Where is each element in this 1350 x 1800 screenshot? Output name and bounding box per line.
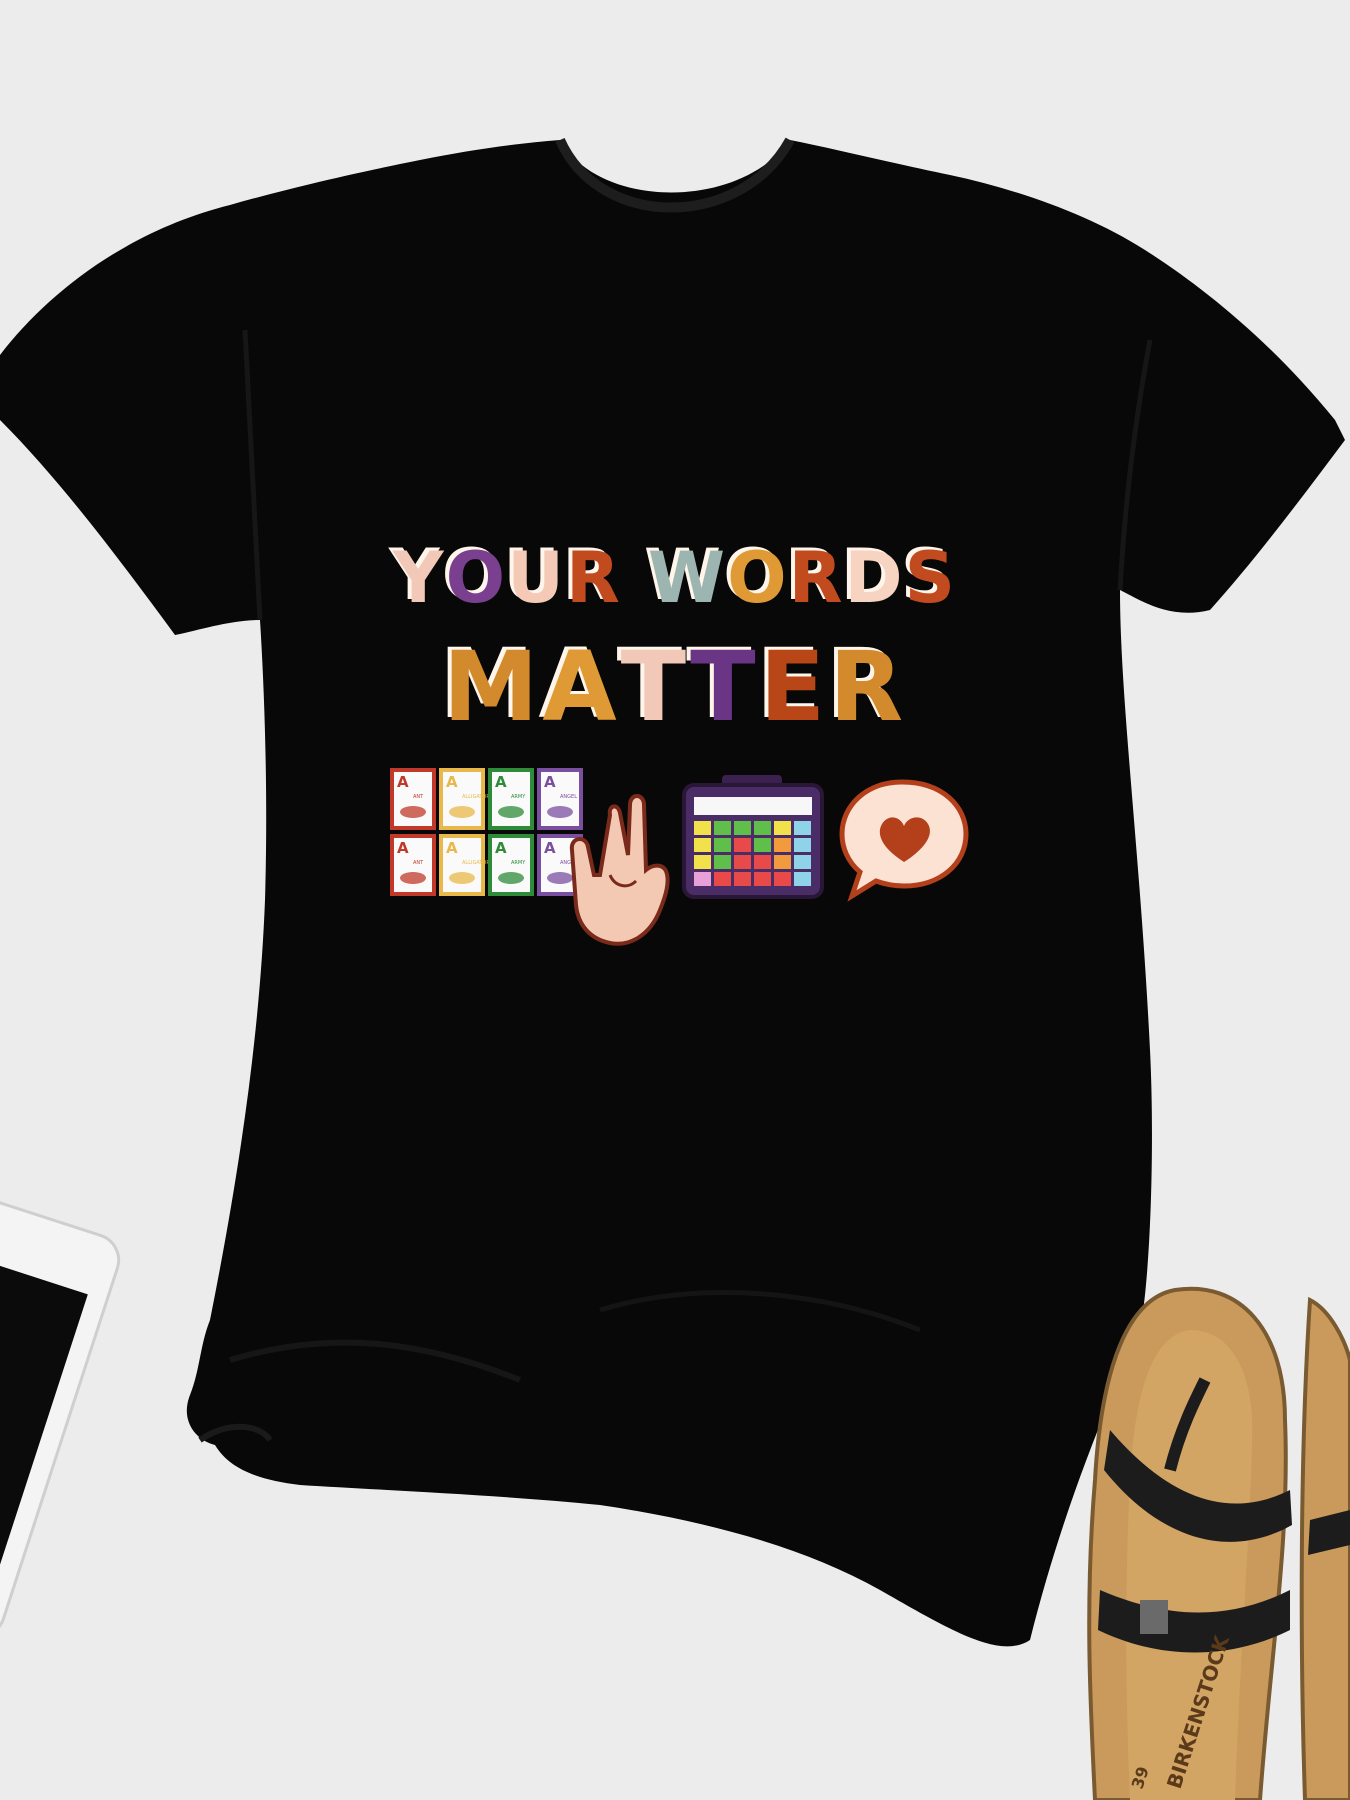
card-word: ALLIGATOR [462, 794, 490, 800]
card-picture [547, 872, 573, 884]
card-picture [547, 806, 573, 818]
sandal-icon: BIRKENSTOCK 39 [1087, 1286, 1350, 1800]
device-button [774, 838, 791, 852]
print-letter: T [690, 631, 760, 743]
card-word: ANGEL [560, 794, 577, 800]
device-button [774, 855, 791, 869]
print-letter: R [565, 537, 622, 619]
card-picture [400, 872, 426, 884]
card-letter: A [544, 839, 556, 857]
device-button [694, 855, 711, 869]
device-button [754, 838, 771, 852]
card-picture [400, 806, 426, 818]
print-letter: E [759, 631, 830, 743]
vocab-card: A ARMY [488, 834, 534, 896]
device-screen [694, 797, 812, 815]
device-button [774, 872, 791, 886]
card-word: ARMY [511, 860, 526, 866]
device-button [774, 821, 791, 835]
device-button [754, 872, 771, 886]
card-picture [449, 806, 475, 818]
device-button [694, 821, 711, 835]
device-button [694, 838, 711, 852]
card-picture [498, 806, 524, 818]
device-button [734, 855, 751, 869]
vocab-card: A ANT [390, 768, 436, 830]
device-button [714, 838, 731, 852]
card-word: ARMY [511, 794, 526, 800]
device-button [714, 855, 731, 869]
device-button [734, 838, 751, 852]
vocab-card: A ALLIGATOR [439, 834, 490, 896]
device-button [794, 872, 811, 886]
print-letter: O [445, 537, 508, 619]
print-letter: O [727, 537, 789, 619]
vocab-card: A ANT [390, 834, 436, 896]
card-picture [449, 872, 475, 884]
device-button [754, 855, 771, 869]
card-letter: A [446, 773, 458, 791]
card-word: ANT [413, 794, 424, 800]
device-button [794, 855, 811, 869]
print-letter: D [844, 537, 905, 619]
card-letter: A [544, 773, 556, 791]
vocab-card: A ARMY [488, 768, 534, 830]
device-button [714, 872, 731, 886]
print-letter: R [788, 537, 845, 619]
card-letter: A [495, 839, 507, 857]
card-letter: A [397, 839, 409, 857]
vocab-card: A ALLIGATOR [439, 768, 490, 830]
card-picture [498, 872, 524, 884]
print-line-2: MATTER [0, 632, 1350, 742]
print-letter: W [647, 537, 728, 619]
print-letter: M [442, 631, 543, 743]
print-letter: S [904, 537, 958, 619]
card-letter: A [397, 773, 409, 791]
print-letter: R [829, 631, 908, 743]
print-letter: A [542, 631, 621, 743]
device-button [754, 821, 771, 835]
print-line-1: YOUR WORDS [0, 536, 1350, 620]
card-word: ALLIGATOR [462, 860, 490, 866]
card-letter: A [495, 773, 507, 791]
device-button [794, 838, 811, 852]
print-letter: U [507, 537, 566, 619]
print-letter: Y [392, 537, 446, 619]
sandal-buckle [1140, 1600, 1168, 1634]
device-button [694, 872, 711, 886]
device-button [794, 821, 811, 835]
card-letter: A [446, 839, 458, 857]
device-button [734, 872, 751, 886]
vocab-card: A ANGEL [537, 768, 583, 830]
communication-device-icon [682, 775, 824, 899]
device-button [714, 821, 731, 835]
print-letter: T [620, 631, 691, 743]
card-word: ANT [413, 860, 424, 866]
product-photo: AANTAALLIGATORAARMYAANGELAANTAALLIGATORA… [0, 0, 1350, 1800]
device-button [734, 821, 751, 835]
